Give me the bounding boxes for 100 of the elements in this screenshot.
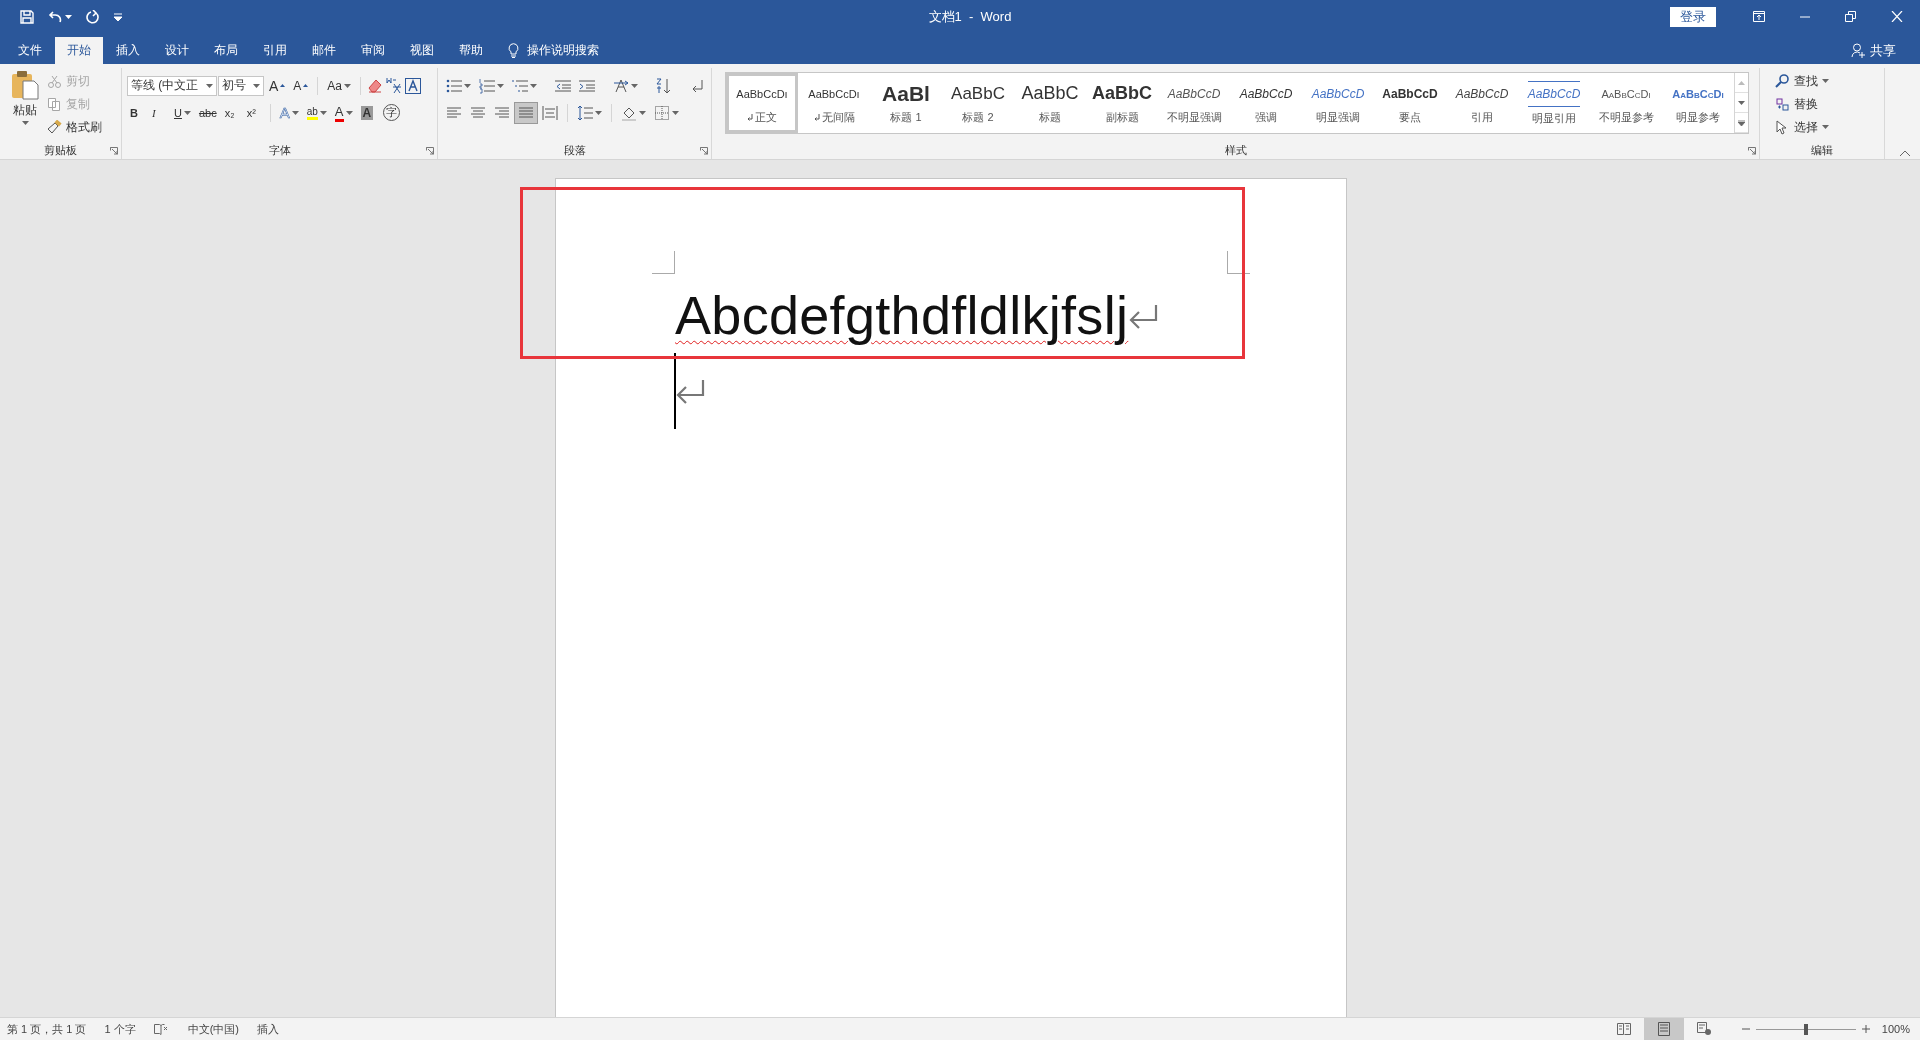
style-name: 要点 <box>1399 109 1421 125</box>
restore-icon[interactable] <box>1845 11 1857 22</box>
caret-icon[interactable] <box>21 121 29 125</box>
style-option[interactable]: AaBl 标题 1 <box>870 73 942 133</box>
find-button[interactable]: 查找 <box>1773 70 1831 92</box>
collapse-ribbon-icon[interactable] <box>1900 150 1910 156</box>
ribbon-tab[interactable]: 引用 <box>251 37 299 64</box>
highlight-button[interactable]: ab <box>303 101 330 124</box>
login-button[interactable]: 登录 <box>1670 6 1716 27</box>
style-option[interactable]: AaBbCcD 引用 <box>1446 73 1518 133</box>
sub-button[interactable]: x₂ <box>221 101 242 124</box>
dialog-launcher-icon[interactable] <box>426 147 434 155</box>
close-icon[interactable] <box>1891 11 1903 22</box>
caret-icon[interactable] <box>253 83 260 88</box>
dialog-launcher-icon[interactable] <box>110 147 118 155</box>
ribbon-tab[interactable]: 帮助 <box>447 37 495 64</box>
style-option[interactable]: AaBbC 标题 <box>1014 73 1086 133</box>
lightbulb-icon[interactable] <box>508 43 519 58</box>
ribbon-tab[interactable]: 插入 <box>104 37 152 64</box>
dialog-launcher-icon[interactable] <box>700 147 708 155</box>
caret-icon[interactable] <box>631 83 638 88</box>
font-name-field[interactable]: 等线 (中文正 <box>127 75 217 96</box>
phonetic-guide-icon[interactable] <box>385 76 404 95</box>
share-button[interactable]: 共享 <box>1870 41 1896 60</box>
caret-icon[interactable] <box>530 83 537 88</box>
caret-icon[interactable] <box>464 83 471 88</box>
ribbon-tab[interactable]: 开始 <box>55 37 103 64</box>
select-button[interactable]: 选择 <box>1773 116 1831 138</box>
bullet-list-icon[interactable] <box>446 77 462 94</box>
caret-icon[interactable] <box>291 110 299 115</box>
character-border-icon[interactable] <box>405 77 422 94</box>
print-layout-view-button[interactable] <box>1643 1018 1684 1040</box>
numbered-list-icon[interactable] <box>479 77 495 94</box>
caret-icon[interactable] <box>345 110 353 115</box>
style-option[interactable]: AaBbCcD 不明显强调 <box>1158 73 1230 133</box>
caret-icon[interactable] <box>65 14 72 19</box>
caret-icon[interactable] <box>672 110 679 115</box>
caret-icon[interactable] <box>344 83 352 88</box>
ribbon-display-icon[interactable] <box>1753 11 1765 22</box>
italic-button[interactable]: I <box>149 101 169 124</box>
zoom-percentage[interactable]: 100% <box>1881 1023 1910 1035</box>
proofing-icon[interactable] <box>153 1023 168 1035</box>
style-preview: AaBbCcDı <box>1672 86 1724 102</box>
dialog-launcher-icon[interactable] <box>1748 147 1756 155</box>
font-color-button[interactable]: A <box>331 101 356 124</box>
language-status[interactable]: 中文(中国) <box>187 1021 239 1037</box>
style-option[interactable]: AaBbCcD 明显强调 <box>1302 73 1374 133</box>
caret-icon[interactable] <box>639 110 646 115</box>
character-shading-button[interactable]: A <box>357 101 378 124</box>
tell-me-search-field[interactable]: 操作说明搜索 <box>527 42 599 59</box>
ribbon-tab[interactable]: 布局 <box>202 37 250 64</box>
caret-icon[interactable] <box>1822 125 1829 129</box>
caret-icon[interactable] <box>183 110 191 115</box>
font-size-field[interactable]: 初号 <box>218 75 264 96</box>
line-spacing-icon[interactable] <box>577 104 593 121</box>
ribbon-tab[interactable]: 文件 <box>6 37 54 64</box>
caret-icon[interactable] <box>595 110 602 115</box>
show-marks-icon[interactable] <box>690 77 706 94</box>
style-option[interactable]: AaBbC 副标题 <box>1086 73 1158 133</box>
style-option[interactable]: AaBbCcD 要点 <box>1374 73 1446 133</box>
style-option[interactable]: AaBbCcDı 正文 <box>726 73 798 133</box>
style-option[interactable]: AaBbC 标题 2 <box>942 73 1014 133</box>
style-name: 明显参考 <box>1676 109 1720 125</box>
ribbon-tab[interactable]: 设计 <box>153 37 201 64</box>
caret-icon[interactable] <box>497 83 504 88</box>
shrink-font-button[interactable]: A <box>290 74 312 97</box>
ribbon-tab[interactable]: 视图 <box>398 37 446 64</box>
customize-caret-icon[interactable] <box>114 12 122 21</box>
paste-button[interactable]: 粘贴 <box>5 68 45 141</box>
zoom-in-icon[interactable] <box>1861 1025 1870 1033</box>
change-case-button[interactable]: Aa <box>324 74 355 97</box>
style-option[interactable]: AaBbCcDı 无间隔 <box>798 73 870 133</box>
style-option[interactable]: AaBbCcD 强调 <box>1230 73 1302 133</box>
grow-font-button[interactable]: A <box>266 74 289 97</box>
style-option[interactable]: AaBbCcDı 不明显参考 <box>1590 73 1662 133</box>
ribbon-tab[interactable]: 审阅 <box>349 37 397 64</box>
person-add-icon[interactable] <box>1851 43 1866 58</box>
bold-button[interactable]: B <box>127 101 147 124</box>
style-option[interactable]: AaBbCcDı 明显参考 <box>1662 73 1734 133</box>
sort-icon[interactable] <box>656 77 672 94</box>
text-direction-icon[interactable] <box>613 77 629 94</box>
ribbon-tab[interactable]: 邮件 <box>300 37 348 64</box>
scroll-down-icon[interactable] <box>1738 100 1745 105</box>
save-icon[interactable] <box>20 9 34 24</box>
redo-icon[interactable] <box>86 9 100 24</box>
style-option[interactable]: AaBbCcD 明显引用 <box>1518 73 1590 133</box>
caret-icon[interactable] <box>1822 79 1829 83</box>
strike-button[interactable]: abc <box>195 101 220 124</box>
eraser-icon[interactable] <box>367 77 384 94</box>
caret-icon[interactable] <box>319 110 327 115</box>
more-styles-icon[interactable] <box>1738 119 1745 126</box>
slider-thumb[interactable] <box>1803 1023 1808 1035</box>
painter-button[interactable]: 格式刷 <box>45 116 104 138</box>
replace-button[interactable]: 替换 <box>1773 93 1831 115</box>
multilevel-list-icon[interactable] <box>512 77 528 94</box>
underline-button[interactable]: U <box>171 101 194 124</box>
undo-icon[interactable] <box>48 10 62 23</box>
caret-icon[interactable] <box>206 83 213 88</box>
sup-button[interactable]: x² <box>243 101 264 124</box>
insert-mode-status[interactable]: 插入 <box>257 1021 279 1037</box>
